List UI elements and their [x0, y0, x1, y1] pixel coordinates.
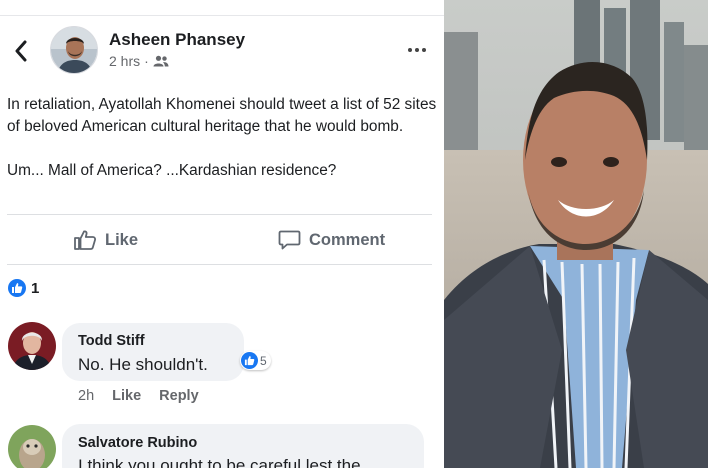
top-divider	[0, 15, 444, 16]
comment-reaction-number: 5	[260, 353, 267, 368]
comment-author[interactable]: Salvatore Rubino	[78, 435, 197, 451]
comment-reply-button[interactable]: Reply	[159, 388, 199, 404]
comment-actions: 2h Like Reply	[78, 388, 199, 404]
commenter-avatar[interactable]	[8, 425, 56, 468]
facebook-post-panel: Asheen Phansey 2 hrs · In retaliation, A…	[0, 0, 444, 468]
thumbs-up-outline-icon	[74, 230, 97, 250]
chevron-left-icon	[15, 40, 27, 62]
thumbs-up-icon	[8, 279, 26, 297]
comment-text: No. He shouldn't.	[78, 355, 208, 374]
more-dot-icon	[415, 48, 419, 52]
thumbs-up-icon	[241, 352, 258, 369]
post-paragraph: In retaliation, Ayatollah Khomenei shoul…	[7, 96, 437, 135]
comment-like-button[interactable]: Like	[112, 388, 141, 404]
comment-time[interactable]: 2h	[78, 388, 94, 404]
post-body: In retaliation, Ayatollah Khomenei shoul…	[7, 94, 437, 182]
meta-separator: ·	[144, 53, 149, 69]
author-avatar[interactable]	[50, 26, 98, 74]
more-dot-icon	[408, 48, 412, 52]
comment-bubble-icon	[278, 230, 301, 250]
post-author-name[interactable]: Asheen Phansey	[109, 30, 245, 50]
portrait-photo	[444, 0, 708, 468]
post-meta: 2 hrs ·	[109, 53, 169, 69]
more-options-button[interactable]	[404, 40, 430, 60]
post-time[interactable]: 2 hrs	[109, 53, 140, 69]
comment-text: I think you ought to be careful lest the	[78, 456, 361, 468]
more-dot-icon	[422, 48, 426, 52]
friends-icon	[153, 55, 169, 67]
like-button[interactable]: Like	[73, 226, 138, 254]
reaction-summary[interactable]: 1	[8, 279, 39, 297]
comment-reaction-count[interactable]: 5	[240, 351, 271, 370]
comment-author[interactable]: Todd Stiff	[78, 333, 145, 349]
reaction-count: 1	[31, 279, 40, 297]
comment-button[interactable]: Comment	[278, 226, 385, 254]
post-paragraph: Um... Mall of America? ...Kardashian res…	[7, 162, 337, 179]
action-divider-bottom	[7, 264, 432, 265]
commenter-avatar[interactable]	[8, 322, 56, 370]
like-label: Like	[105, 230, 139, 249]
back-button[interactable]	[10, 38, 32, 64]
action-divider-top	[7, 214, 432, 215]
comment-label: Comment	[309, 230, 386, 249]
